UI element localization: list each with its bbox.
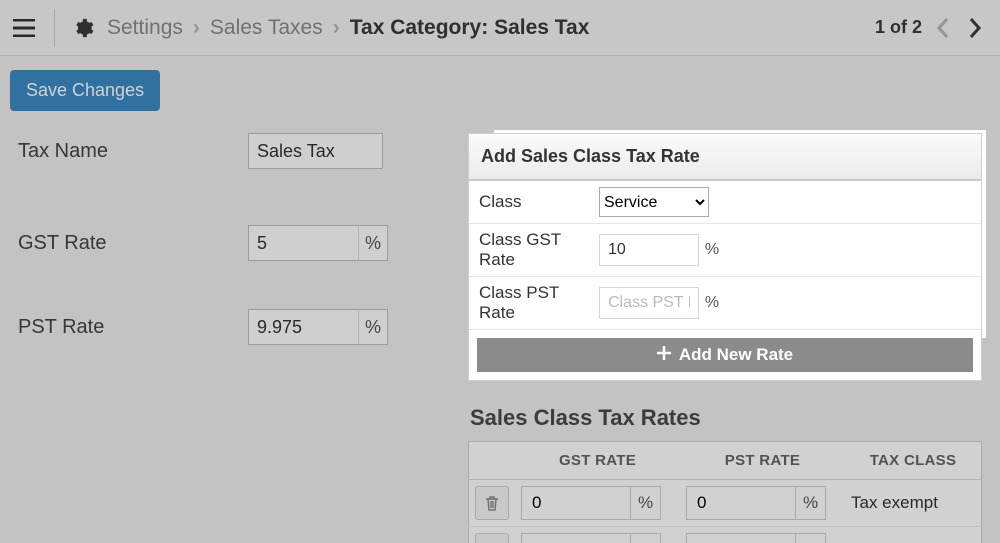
class-pst-label: Class PST Rate	[479, 283, 599, 323]
class-gst-label: Class GST Rate	[479, 230, 599, 270]
tax-name-input[interactable]	[248, 133, 383, 169]
next-button[interactable]	[964, 17, 986, 39]
percent-suffix: %	[358, 225, 388, 261]
breadcrumb-current: Tax Category: Sales Tax	[350, 16, 590, 40]
percent-suffix: %	[631, 533, 661, 543]
gear-icon	[71, 16, 95, 40]
pst-rate-label: PST Rate	[18, 316, 248, 339]
save-button[interactable]: Save Changes	[10, 70, 160, 111]
prev-button[interactable]	[932, 17, 954, 39]
percent-suffix: %	[796, 533, 826, 543]
class-gst-input[interactable]	[599, 234, 699, 266]
col-pst: PST RATE	[680, 442, 845, 480]
breadcrumb: Settings › Sales Taxes › Tax Category: S…	[107, 16, 589, 40]
rates-table: GST RATE PST RATE TAX CLASS	[468, 441, 982, 543]
percent-suffix: %	[699, 234, 725, 266]
row-gst-input[interactable]	[521, 486, 631, 520]
row-pst-input[interactable]	[686, 486, 796, 520]
add-new-rate-button[interactable]: Add New Rate	[477, 338, 973, 372]
chevron-right-icon: ›	[333, 16, 340, 40]
class-select[interactable]: Service	[599, 187, 709, 217]
table-row: % % Tax exempt	[469, 480, 982, 527]
panel-title: Add Sales Class Tax Rate	[469, 134, 981, 181]
add-class-rate-panel: Add Sales Class Tax Rate Class Service C…	[468, 133, 982, 381]
rates-title: Sales Class Tax Rates	[470, 405, 982, 431]
chevron-right-icon: ›	[193, 16, 200, 40]
breadcrumb-sales-taxes[interactable]: Sales Taxes	[210, 16, 323, 40]
menu-button[interactable]	[10, 14, 38, 42]
class-pst-input[interactable]	[599, 287, 699, 319]
row-class: Tax exempt	[845, 480, 982, 527]
percent-suffix: %	[631, 486, 661, 520]
percent-suffix: %	[699, 287, 725, 319]
gst-rate-input[interactable]	[248, 225, 358, 261]
col-gst: GST RATE	[515, 442, 680, 480]
delete-row-button[interactable]	[475, 486, 509, 520]
add-new-rate-label: Add New Rate	[679, 345, 793, 365]
pst-rate-input[interactable]	[248, 309, 358, 345]
divider	[54, 9, 55, 47]
tax-name-label: Tax Name	[18, 140, 248, 163]
delete-row-button[interactable]	[475, 533, 509, 543]
class-label: Class	[479, 192, 599, 212]
table-row: % % GST exempt	[469, 527, 982, 543]
breadcrumb-settings[interactable]: Settings	[107, 16, 183, 40]
percent-suffix: %	[358, 309, 388, 345]
plus-icon	[657, 345, 671, 365]
row-pst-input[interactable]	[686, 533, 796, 543]
row-gst-input[interactable]	[521, 533, 631, 543]
gst-rate-label: GST Rate	[18, 232, 248, 255]
page-indicator: 1 of 2	[875, 17, 922, 38]
col-class: TAX CLASS	[845, 442, 982, 480]
percent-suffix: %	[796, 486, 826, 520]
row-class: GST exempt	[845, 527, 982, 543]
